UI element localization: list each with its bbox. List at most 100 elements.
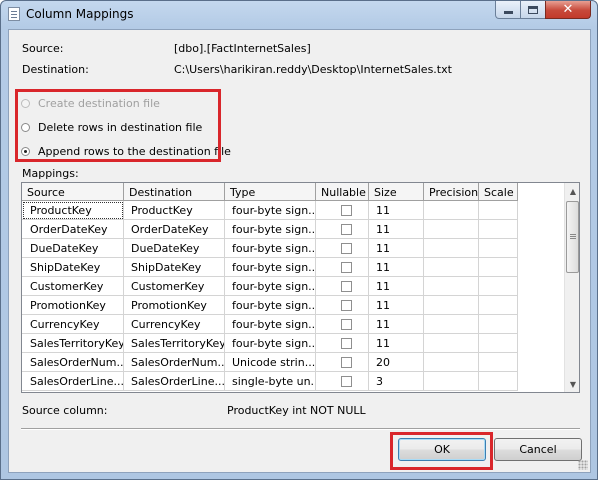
table-row[interactable]: ProductKey ProductKey four-byte sign... 11	[22, 201, 518, 220]
column-header-size[interactable]: Size	[369, 183, 424, 201]
nullable-checkbox[interactable]	[341, 281, 352, 292]
type-cell[interactable]: four-byte sign...	[225, 296, 316, 315]
destination-cell[interactable]: CustomerKey	[124, 277, 225, 296]
destination-cell[interactable]: ProductKey	[124, 201, 225, 220]
precision-cell[interactable]	[424, 334, 479, 353]
nullable-checkbox[interactable]	[341, 319, 352, 330]
type-cell[interactable]: four-byte sign...	[225, 239, 316, 258]
source-cell[interactable]: CurrencyKey	[22, 315, 124, 334]
resize-grip-icon[interactable]	[578, 460, 588, 470]
minimize-button[interactable]	[495, 1, 521, 19]
scroll-thumb[interactable]	[566, 201, 579, 273]
source-cell[interactable]: CustomerKey	[22, 277, 124, 296]
nullable-cell[interactable]	[316, 353, 369, 372]
type-cell[interactable]: single-byte un...	[225, 372, 316, 391]
destination-cell[interactable]: PromotionKey	[124, 296, 225, 315]
source-cell[interactable]: SalesOrderNum...	[22, 353, 124, 372]
table-row[interactable]: CurrencyKey CurrencyKey four-byte sign... 1…	[22, 315, 518, 334]
scale-cell[interactable]	[479, 258, 518, 277]
scale-cell[interactable]	[479, 220, 518, 239]
precision-cell[interactable]	[424, 239, 479, 258]
precision-cell[interactable]	[424, 220, 479, 239]
precision-cell[interactable]	[424, 258, 479, 277]
type-cell[interactable]: Unicode strin...	[225, 353, 316, 372]
nullable-cell[interactable]	[316, 201, 369, 220]
nullable-cell[interactable]	[316, 315, 369, 334]
source-cell[interactable]: ShipDateKey	[22, 258, 124, 277]
table-row[interactable]: PromotionKey PromotionKey four-byte sign..…	[22, 296, 518, 315]
type-cell[interactable]: four-byte sign...	[225, 201, 316, 220]
precision-cell[interactable]	[424, 277, 479, 296]
precision-cell[interactable]	[424, 296, 479, 315]
size-cell[interactable]: 11	[369, 296, 424, 315]
size-cell[interactable]: 11	[369, 277, 424, 296]
table-row[interactable]: SalesOrderNum... SalesOrderNum... Unicode …	[22, 353, 518, 372]
nullable-checkbox[interactable]	[341, 205, 352, 216]
nullable-checkbox[interactable]	[341, 224, 352, 235]
size-cell[interactable]: 3	[369, 372, 424, 391]
source-cell[interactable]: SalesTerritoryKey	[22, 334, 124, 353]
source-cell[interactable]: DueDateKey	[22, 239, 124, 258]
source-cell[interactable]: OrderDateKey	[22, 220, 124, 239]
scale-cell[interactable]	[479, 201, 518, 220]
precision-cell[interactable]	[424, 315, 479, 334]
size-cell[interactable]: 11	[369, 334, 424, 353]
table-row[interactable]: CustomerKey CustomerKey four-byte sign... 1…	[22, 277, 518, 296]
type-cell[interactable]: four-byte sign...	[225, 220, 316, 239]
table-row[interactable]: OrderDateKey OrderDateKey four-byte sign..…	[22, 220, 518, 239]
table-row[interactable]: ShipDateKey ShipDateKey four-byte sign... 1…	[22, 258, 518, 277]
precision-cell[interactable]	[424, 372, 479, 391]
scale-cell[interactable]	[479, 353, 518, 372]
nullable-cell[interactable]	[316, 239, 369, 258]
type-cell[interactable]: four-byte sign...	[225, 315, 316, 334]
scroll-up-arrow-icon[interactable]: ▲	[565, 183, 579, 199]
precision-cell[interactable]	[424, 201, 479, 220]
type-cell[interactable]: four-byte sign...	[225, 334, 316, 353]
nullable-cell[interactable]	[316, 372, 369, 391]
destination-cell[interactable]: SalesTerritoryKey	[124, 334, 225, 353]
column-header-scale[interactable]: Scale	[479, 183, 518, 201]
mappings-grid[interactable]: Source Destination Type Nullable Size Pr…	[21, 182, 580, 393]
destination-cell[interactable]: OrderDateKey	[124, 220, 225, 239]
source-cell[interactable]: ProductKey	[22, 201, 124, 220]
size-cell[interactable]: 20	[369, 353, 424, 372]
scale-cell[interactable]	[479, 296, 518, 315]
destination-cell[interactable]: DueDateKey	[124, 239, 225, 258]
nullable-checkbox[interactable]	[341, 338, 352, 349]
table-row[interactable]: SalesTerritoryKey SalesTerritoryKey four-b…	[22, 334, 518, 353]
destination-cell[interactable]: SalesOrderNum...	[124, 353, 225, 372]
vertical-scrollbar[interactable]: ▲ ▼	[564, 183, 579, 392]
size-cell[interactable]: 11	[369, 239, 424, 258]
nullable-cell[interactable]	[316, 277, 369, 296]
column-header-type[interactable]: Type	[225, 183, 316, 201]
scale-cell[interactable]	[479, 372, 518, 391]
close-button[interactable]: ✕	[545, 1, 591, 19]
nullable-checkbox[interactable]	[341, 262, 352, 273]
source-cell[interactable]: SalesOrderLine...	[22, 372, 124, 391]
scale-cell[interactable]	[479, 239, 518, 258]
nullable-cell[interactable]	[316, 334, 369, 353]
size-cell[interactable]: 11	[369, 201, 424, 220]
column-header-source[interactable]: Source	[22, 183, 124, 201]
nullable-checkbox[interactable]	[341, 376, 352, 387]
destination-cell[interactable]: CurrencyKey	[124, 315, 225, 334]
scale-cell[interactable]	[479, 315, 518, 334]
source-cell[interactable]: PromotionKey	[22, 296, 124, 315]
destination-cell[interactable]: ShipDateKey	[124, 258, 225, 277]
nullable-checkbox[interactable]	[341, 243, 352, 254]
nullable-cell[interactable]	[316, 258, 369, 277]
type-cell[interactable]: four-byte sign...	[225, 277, 316, 296]
nullable-checkbox[interactable]	[341, 357, 352, 368]
table-row[interactable]: DueDateKey DueDateKey four-byte sign... 11	[22, 239, 518, 258]
nullable-checkbox[interactable]	[341, 300, 352, 311]
destination-cell[interactable]: SalesOrderLine...	[124, 372, 225, 391]
scale-cell[interactable]	[479, 277, 518, 296]
scale-cell[interactable]	[479, 334, 518, 353]
column-header-precision[interactable]: Precision	[424, 183, 479, 201]
type-cell[interactable]: four-byte sign...	[225, 258, 316, 277]
cancel-button[interactable]: Cancel	[494, 438, 582, 461]
column-header-nullable[interactable]: Nullable	[316, 183, 369, 201]
precision-cell[interactable]	[424, 353, 479, 372]
nullable-cell[interactable]	[316, 296, 369, 315]
nullable-cell[interactable]	[316, 220, 369, 239]
